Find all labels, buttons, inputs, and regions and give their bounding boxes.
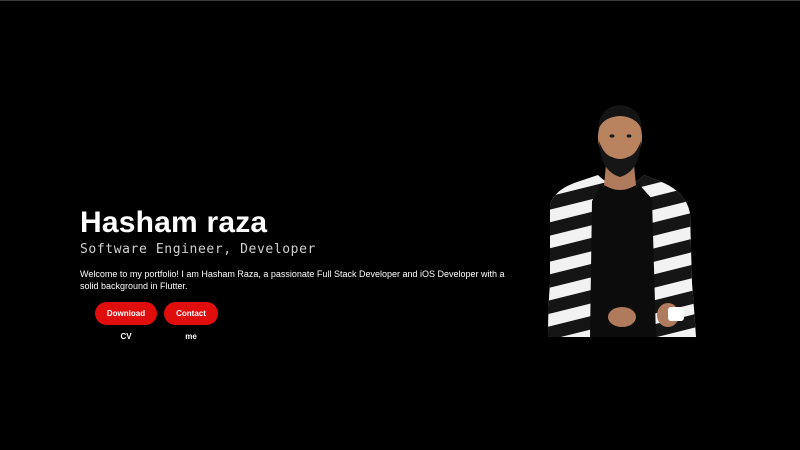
hero-name: Hasham raza	[80, 206, 268, 239]
profile-photo	[548, 105, 696, 337]
hero-intro: Welcome to my portfolio! I am Hasham Raz…	[80, 269, 505, 291]
hero-buttons: Download CV Contact me	[95, 302, 218, 341]
portfolio-hero: Hasham raza Software Engineer, Developer…	[0, 0, 800, 450]
hero-text-block: Hasham raza Software Engineer, Developer…	[80, 205, 520, 292]
hero-role: Software Engineer, Developer	[80, 242, 316, 257]
download-cv-button[interactable]: Download CV	[95, 302, 157, 341]
contact-me-button[interactable]: Contact me	[164, 302, 218, 341]
